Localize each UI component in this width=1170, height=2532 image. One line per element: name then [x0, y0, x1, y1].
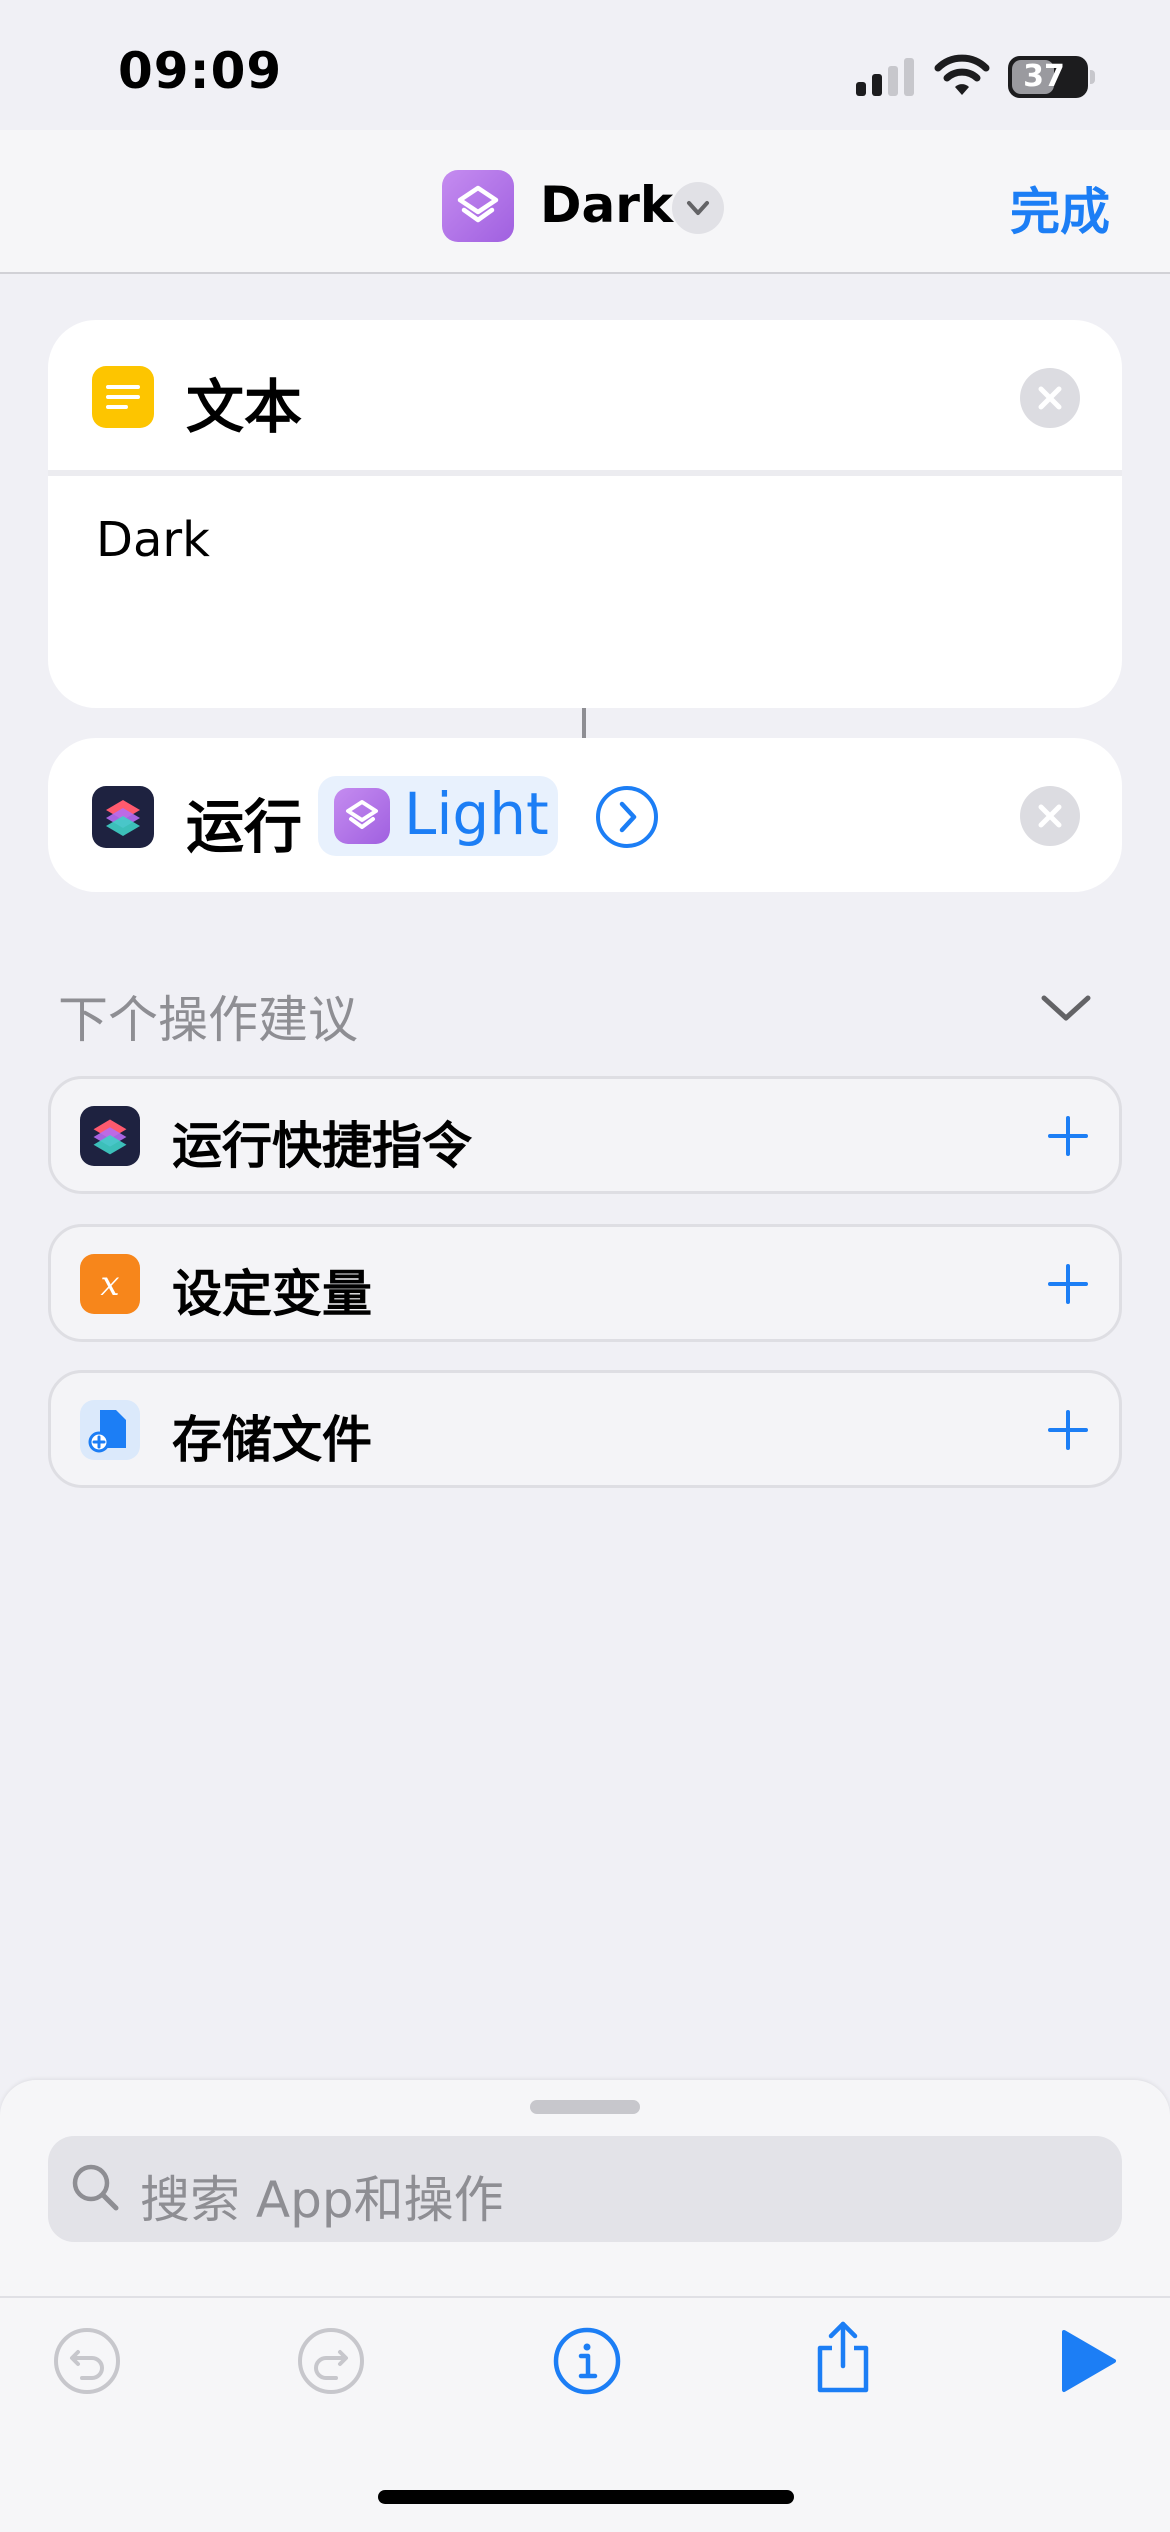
save-file-icon	[80, 1400, 140, 1460]
play-icon[interactable]	[1052, 2326, 1122, 2396]
shortcuts-icon	[80, 1106, 140, 1166]
shortcut-token-icon	[334, 788, 390, 844]
title-menu-chevron-icon[interactable]	[672, 182, 724, 234]
search-placeholder[interactable]: 搜索 App和操作	[140, 2160, 504, 2232]
search-icon	[72, 2164, 119, 2211]
close-icon	[1038, 386, 1062, 410]
info-icon[interactable]	[552, 2326, 622, 2396]
redo-icon[interactable]	[296, 2326, 366, 2396]
status-time: 09:09	[118, 42, 283, 100]
battery-icon: 37	[1008, 56, 1095, 98]
shortcut-token-label[interactable]: Light	[404, 780, 549, 848]
suggestions-header: 下个操作建议	[58, 991, 358, 1049]
text-action-icon	[92, 366, 154, 428]
suggestion-label: 运行快捷指令	[172, 1117, 472, 1175]
plus-icon[interactable]	[1046, 1408, 1090, 1452]
cellular-signal-icon	[856, 58, 914, 96]
shortcuts-icon	[92, 786, 154, 848]
text-input-field[interactable]: Dark	[96, 512, 210, 568]
remove-text-action-button[interactable]	[1020, 368, 1080, 428]
remove-run-action-button[interactable]	[1020, 786, 1080, 846]
shortcut-title[interactable]: Dark	[540, 176, 673, 234]
home-indicator	[378, 2490, 794, 2504]
done-button[interactable]: 完成	[1010, 172, 1110, 244]
text-action-title: 文本	[186, 373, 303, 441]
divider	[48, 470, 1122, 476]
action-connector	[582, 708, 586, 738]
variable-icon: x	[80, 1254, 140, 1314]
run-action-label: 运行	[186, 793, 303, 861]
divider	[0, 2296, 1170, 2298]
close-icon	[1038, 804, 1062, 828]
shortcut-app-icon[interactable]	[442, 170, 514, 242]
svg-text:x: x	[100, 1264, 119, 1304]
chevron-down-icon[interactable]	[1038, 988, 1094, 1028]
plus-icon[interactable]	[1046, 1114, 1090, 1158]
sheet-grabber[interactable]	[530, 2100, 640, 2114]
plus-icon[interactable]	[1046, 1262, 1090, 1306]
share-icon[interactable]	[808, 2316, 878, 2396]
suggestion-label: 存储文件	[172, 1411, 372, 1469]
undo-icon[interactable]	[52, 2326, 122, 2396]
suggestion-label: 设定变量	[172, 1265, 372, 1323]
chevron-right-circle-icon[interactable]	[594, 784, 660, 850]
wifi-icon	[934, 54, 990, 95]
battery-level: 37	[1023, 59, 1065, 94]
